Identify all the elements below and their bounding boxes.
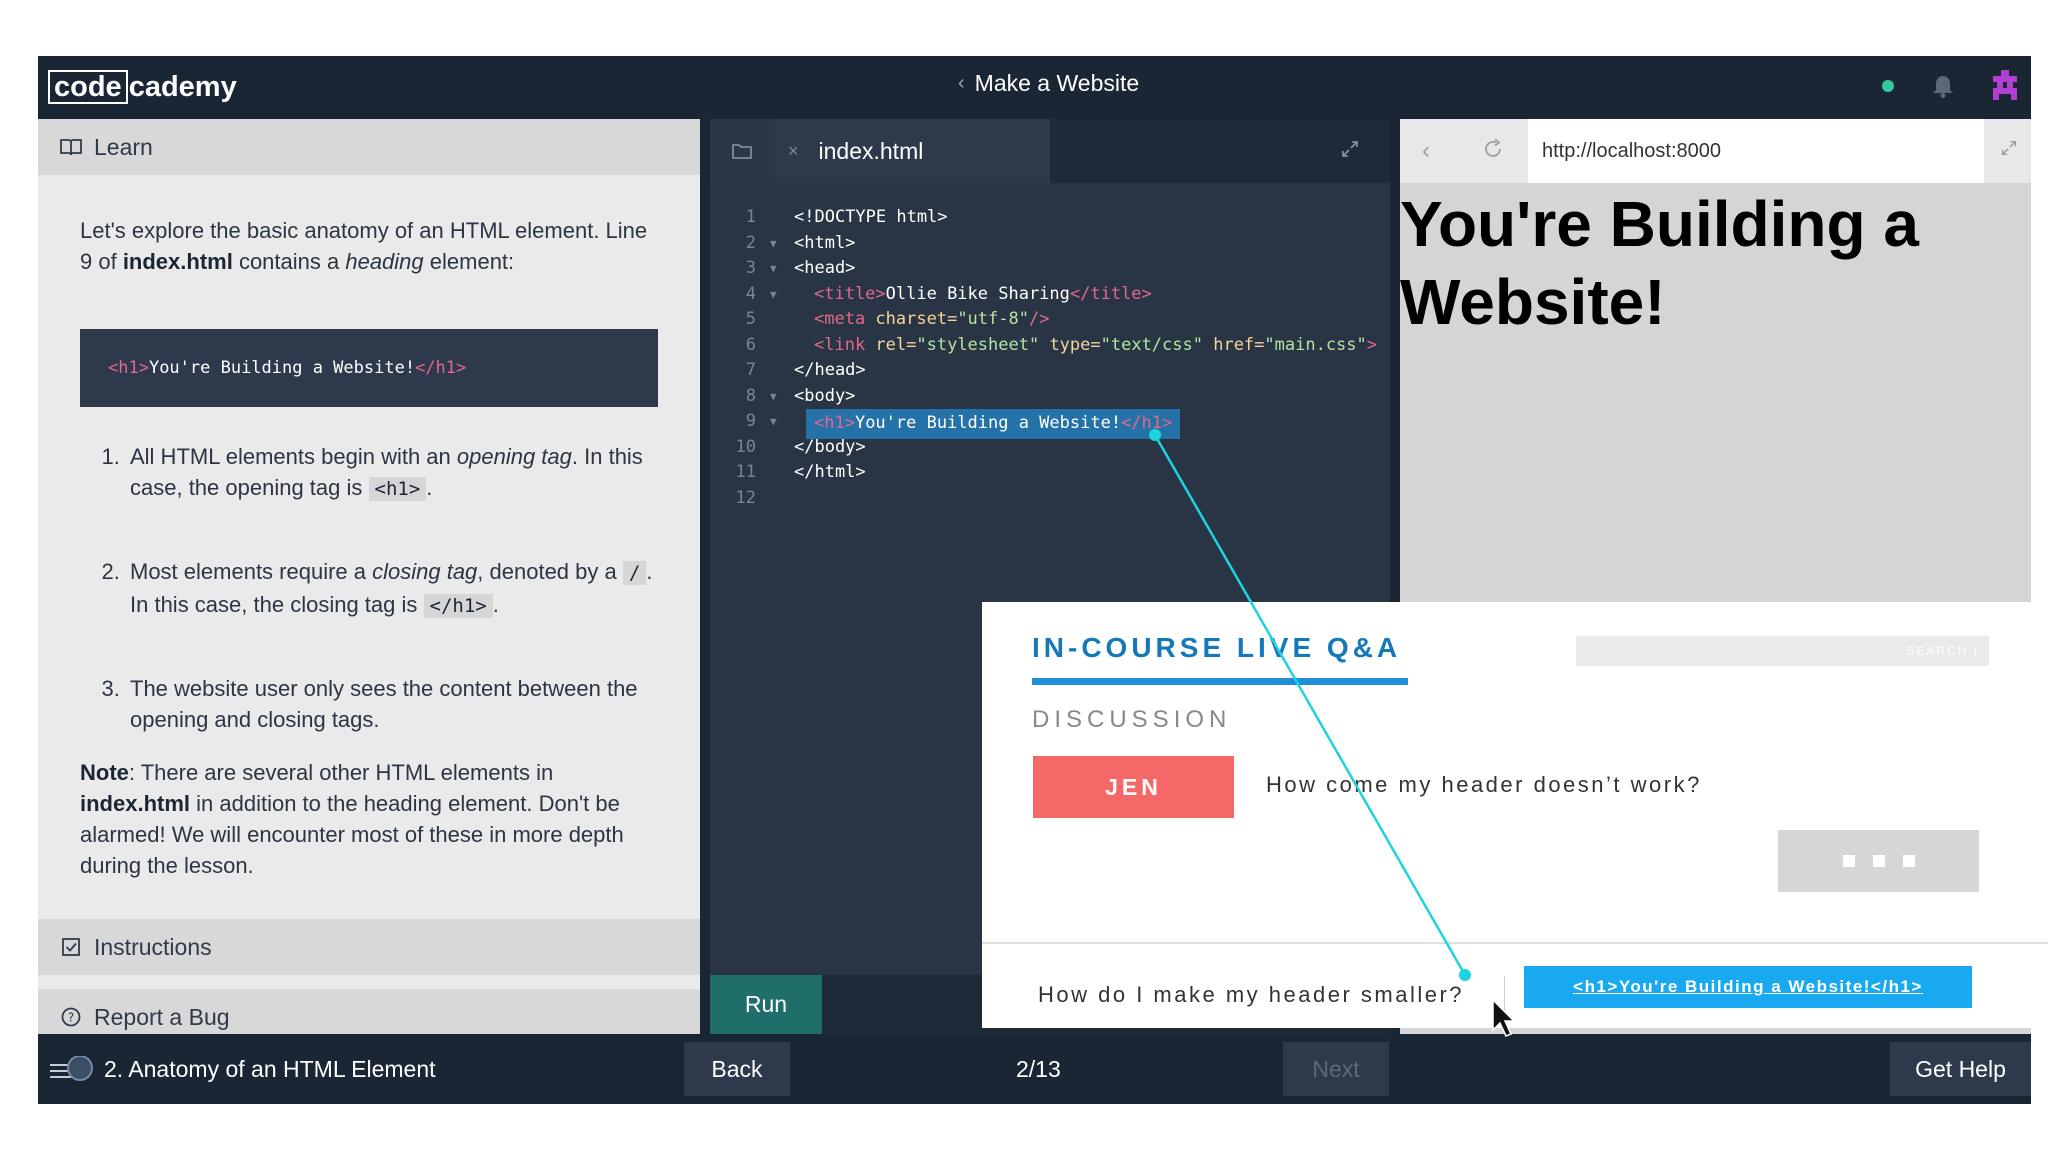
status-dot-icon <box>1882 80 1894 92</box>
top-bar: code cademy ‹ Make a Website <box>38 56 2031 119</box>
question-2: How do I make my header smaller? <box>1038 982 1465 1007</box>
next-button[interactable]: Next <box>1283 1042 1389 1096</box>
fold-arrow-icon: ▼ <box>770 415 777 428</box>
dot-icon <box>1902 855 1915 867</box>
user-badge[interactable]: JEN <box>1033 756 1234 818</box>
book-icon <box>60 136 82 158</box>
lesson-title[interactable]: 2. Anatomy of an HTML Element <box>104 1056 436 1083</box>
bottom-bar: 2. Anatomy of an HTML Element Back 2/13 … <box>38 1034 2031 1104</box>
fold-arrow-icon: ▼ <box>770 262 777 275</box>
live-qa-panel: IN-COURSE LIVE Q&A SEARCH I DISCUSSION J… <box>982 602 2048 1028</box>
list-item: Most elements require a closing tag, den… <box>126 556 660 622</box>
code-line-3: 3 ▼ <head> <box>710 256 1390 282</box>
fold-arrow-icon: ▼ <box>770 236 777 250</box>
preview-heading: You're Building a Website! <box>1400 188 1919 338</box>
expand-icon[interactable] <box>2000 139 2018 162</box>
instructions-label: Instructions <box>94 933 212 960</box>
code-line-1: 1 <!DOCTYPE html> <box>745 207 948 227</box>
discussion-label: DISCUSSION <box>1032 706 1232 733</box>
code-line-2: 2 ▼ <html> <box>710 231 1390 257</box>
qa-search-input[interactable]: SEARCH I <box>1576 636 1989 666</box>
logo-code-box: code <box>48 70 128 104</box>
menu-icon[interactable] <box>50 1055 94 1091</box>
dot-icon <box>1842 855 1855 867</box>
code-line-11: 11 </html> <box>735 462 866 482</box>
browser-toolbar: ‹ http://localhost:8000 <box>1400 119 2031 183</box>
run-button[interactable]: Run <box>710 975 822 1034</box>
help-circle-icon: ? <box>60 1006 82 1028</box>
codecademy-logo[interactable]: code cademy <box>48 70 237 104</box>
bell-icon[interactable] <box>1932 74 1954 103</box>
more-options-button[interactable] <box>1778 830 1979 892</box>
lesson-note: Note: There are several other HTML eleme… <box>80 760 624 878</box>
avatar-icon[interactable] <box>1991 70 2019 105</box>
qa-title-underline <box>1032 678 1408 685</box>
code-snippet-chip[interactable]: <h1>You're Building a Website!</h1> <box>1524 966 1972 1008</box>
lesson-intro: Let's explore the basic anatomy of an HT… <box>80 218 648 274</box>
fold-arrow-icon: ▼ <box>770 287 777 301</box>
folder-icon[interactable] <box>710 119 774 183</box>
file-tab-index-html[interactable]: × index.html <box>774 119 1050 183</box>
course-title-text: Make a Website <box>974 70 1140 96</box>
list-item: All HTML elements begin with an opening … <box>126 441 660 505</box>
get-help-button[interactable]: Get Help <box>1890 1042 2031 1096</box>
question-1: How come my header doesn’t work? <box>1266 772 1702 797</box>
logo-cademy: cademy <box>128 70 237 103</box>
file-tab-label: index.html <box>818 137 924 164</box>
code-line-6: 6 <link rel="stylesheet" type="text/css" … <box>745 334 1378 355</box>
report-bug-label: Report a Bug <box>94 1003 230 1030</box>
learn-pane: Learn Let's explore the basic anatomy of… <box>38 119 700 1045</box>
close-icon[interactable]: × <box>788 141 799 162</box>
lesson-progress: 2/13 <box>1016 1056 1061 1082</box>
instructions-header[interactable]: Instructions <box>38 919 700 975</box>
lesson-content: Let's explore the basic anatomy of an HT… <box>80 215 660 881</box>
course-title[interactable]: ‹ Make a Website <box>958 70 1139 97</box>
code-line-5: 5 <meta charset="utf-8"/> <box>745 309 1050 329</box>
editor-tab-bar: × index.html <box>710 119 1390 183</box>
learn-header[interactable]: Learn <box>38 119 700 175</box>
text-cursor <box>1504 976 1505 1014</box>
code-line-8: 8 ▼ <body> <box>710 384 1390 410</box>
code-area[interactable]: 1 <!DOCTYPE html> 2 ▼ <html> 3 ▼ <head> 4 ▼ <ti… <box>710 205 1390 511</box>
svg-text:?: ? <box>68 1011 74 1025</box>
fold-arrow-icon: ▼ <box>770 389 777 403</box>
code-line-10: 10 </body> <box>735 436 866 457</box>
back-button[interactable]: Back <box>684 1042 790 1096</box>
reload-icon[interactable] <box>1482 138 1504 165</box>
url-bar[interactable]: http://localhost:8000 <box>1528 119 1984 183</box>
back-arrow-icon[interactable]: ‹ <box>1422 137 1430 165</box>
chevron-left-icon: ‹ <box>958 72 965 94</box>
example-code-block: <h1> You're Building a Website! </h1> <box>80 329 658 407</box>
code-line-7: 7 </head> <box>745 360 866 380</box>
qa-title: IN-COURSE LIVE Q&A <box>1032 632 1402 663</box>
code-line-12: 12 <box>735 487 756 508</box>
expand-icon[interactable] <box>1340 139 1360 164</box>
checkbox-icon <box>60 936 82 958</box>
code-line-9: 9 ▼ <h1>You're Building a Website!</h1> <box>710 409 1390 439</box>
code-snippet-text: <h1>You're Building a Website!</h1> <box>1573 977 1923 996</box>
list-item: The website user only sees the content b… <box>126 673 660 735</box>
qa-divider <box>982 942 2048 944</box>
code-line-4: 4 ▼ <title>Ollie Bike Sharing</title> <box>710 282 1390 308</box>
lesson-steps: All HTML elements begin with an opening … <box>80 441 660 735</box>
learn-label: Learn <box>94 133 153 160</box>
dot-icon <box>1872 855 1885 867</box>
